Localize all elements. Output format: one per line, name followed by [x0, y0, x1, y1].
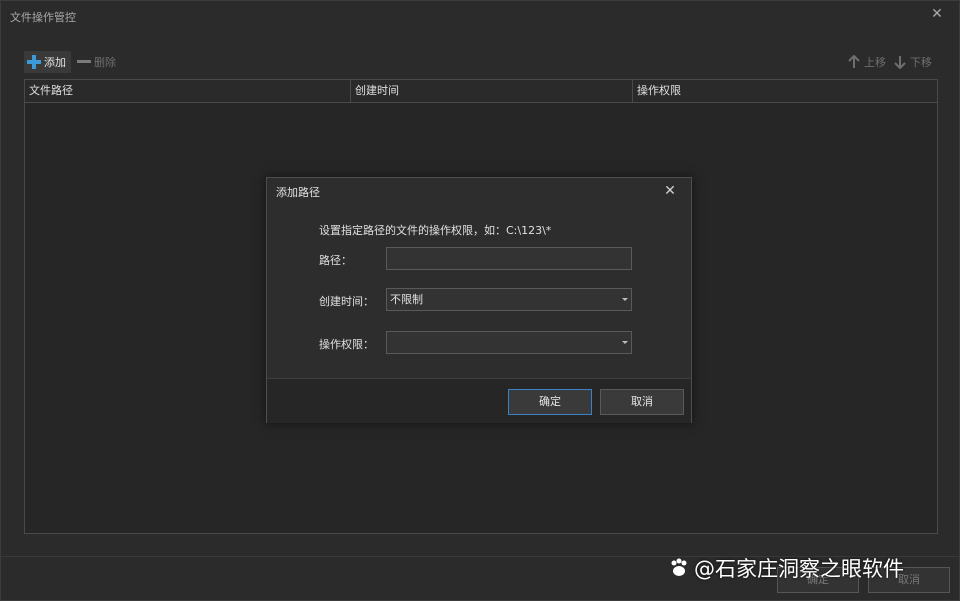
arrow-down-icon [894, 56, 906, 69]
dialog-close-icon[interactable]: ✕ [662, 183, 678, 199]
add-button-label: 添加 [44, 56, 66, 69]
move-down-button[interactable]: 下移 [890, 51, 935, 73]
chevron-down-icon [622, 298, 628, 301]
created-time-value: 不限制 [390, 293, 423, 306]
dialog-title: 添加路径 [276, 186, 320, 199]
plus-icon [27, 55, 41, 69]
column-header-file-path[interactable]: 文件路径 [25, 80, 351, 102]
delete-button-label: 删除 [94, 56, 116, 69]
dialog-footer: 确定 取消 [267, 378, 691, 423]
move-up-label: 上移 [864, 56, 886, 69]
dialog-ok-button[interactable]: 确定 [508, 389, 592, 415]
dialog-cancel-button[interactable]: 取消 [600, 389, 684, 415]
delete-button[interactable]: 删除 [74, 51, 119, 73]
dialog-hint: 设置指定路径的文件的操作权限，如：C:\123\* [319, 224, 552, 237]
chevron-down-icon [622, 341, 628, 344]
path-input[interactable] [386, 247, 632, 270]
window-title: 文件操作管控 [10, 11, 76, 24]
created-time-select[interactable]: 不限制 [386, 288, 632, 311]
toolbar: 添加 删除 上移 下移 [24, 51, 938, 73]
watermark-text: @石家庄洞察之眼软件 [694, 557, 904, 581]
move-down-label: 下移 [910, 56, 932, 69]
column-header-created-time[interactable]: 创建时间 [351, 80, 633, 102]
close-icon[interactable]: ✕ [929, 6, 945, 22]
permission-select[interactable] [386, 331, 632, 354]
move-up-button[interactable]: 上移 [844, 51, 889, 73]
add-path-dialog: 添加路径 ✕ 设置指定路径的文件的操作权限，如：C:\123\* 路径： 创建时… [266, 177, 692, 423]
paw-icon [671, 558, 687, 576]
arrow-up-icon [848, 55, 860, 68]
table-header: 文件路径 创建时间 操作权限 [25, 80, 937, 103]
minus-icon [77, 55, 91, 69]
column-header-permission[interactable]: 操作权限 [633, 80, 938, 102]
add-button[interactable]: 添加 [24, 51, 71, 73]
created-time-label: 创建时间： [319, 295, 374, 308]
path-label: 路径： [319, 254, 352, 267]
watermark: @石家庄洞察之眼软件 [668, 553, 904, 583]
permission-label: 操作权限： [319, 338, 374, 351]
